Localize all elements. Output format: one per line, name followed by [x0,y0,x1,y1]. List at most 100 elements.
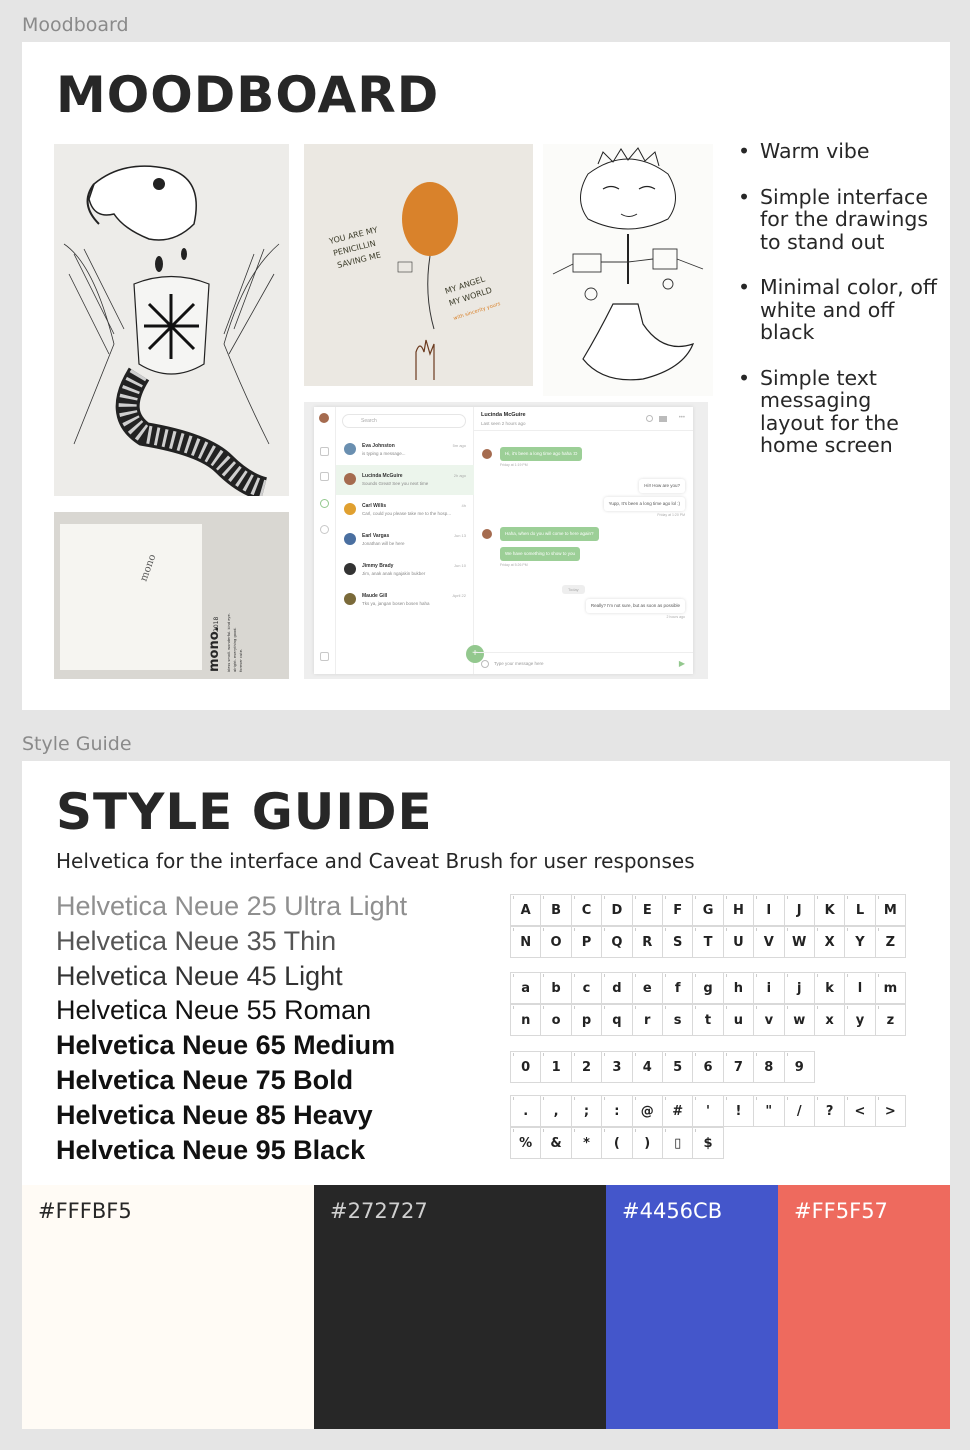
font-weight-sample: Helvetica Neue 25 Ultra Light [56,891,408,921]
glyph-row: abcdefghijklm [510,972,907,1004]
style-guide-title: STYLE GUIDE [56,783,433,841]
glyph-cell: O [540,926,572,958]
contact-name: Lucinda McGuire [362,473,403,479]
glyph-cell: N [510,926,542,958]
glyph-cell: i [753,972,785,1004]
moodboard-note: Simple interface for the drawings to sta… [738,185,938,254]
message-timestamp: Friday at 1:20 PM [657,513,685,517]
contact-avatar [344,473,356,485]
glyph-cell: R [631,926,663,958]
contact-last-message: Jim, anak anak ngajakin bukber [362,571,426,576]
glyph-cell: % [510,1127,542,1159]
contact-avatar [344,443,356,455]
font-weight-sample: Helvetica Neue 65 Medium [56,1030,396,1061]
contact-name: Earl Vargas [362,533,390,539]
contact-last-message: Jonathan will be here [362,541,405,546]
glyph-cell: D [601,894,633,926]
chat-contact-item: Lucinda McGuire Sounds Great! See you nex… [336,465,474,495]
glyph-cell: @ [631,1095,663,1127]
glyph-cell: U [722,926,755,958]
swatch-off-white: #FFFBF5 [22,1185,314,1429]
balloon-illustration-image: YOU ARE MY PENICILLIN SAVING ME MY ANGEL… [304,144,533,386]
glyph-cell: s [661,1004,694,1036]
chat-conversation: Lucinda McGuire Last seen 2 hours ago ••… [474,407,693,674]
glyph-cell: y [844,1004,876,1036]
glyph-cell: e [631,972,663,1004]
glyph-cell: L [844,894,876,926]
chat-app-screenshot: Search Eva Johnston is typing a message..… [304,402,708,679]
send-icon: ▶ [678,659,685,668]
glyph-cell: 2 [570,1051,603,1083]
font-weight-sample: Helvetica Neue 75 Bold [56,1064,354,1095]
chat-message-bubble: Really? I'm not sure, but as soon as pos… [585,599,685,613]
glyph-cell: 9 [783,1051,815,1083]
svg-text:forever cute.: forever cute. [239,649,243,672]
logout-icon [320,652,329,661]
glyph-row: 0123456789 [510,1051,815,1083]
home-icon [320,447,329,456]
more-icon: ••• [678,415,685,421]
contact-time: 2h ago [453,473,466,478]
glyph-cell: z [874,1004,907,1036]
moodboard-frame[interactable]: MOODBOARD YOU ARE MY PENICILLIN SAVING M… [22,42,950,710]
settings-icon [320,525,329,534]
glyph-cell: d [601,972,633,1004]
glyph-cell: H [722,894,755,926]
font-weight-sample: Helvetica Neue 55 Roman [56,995,372,1026]
glyph-cell: ▯ [661,1127,694,1159]
glyph-cell: C [570,894,603,926]
font-weight-sample: Helvetica Neue 45 Light [56,960,343,991]
face-machine-drawing-image [543,144,713,396]
contact-avatar [344,563,356,575]
style-guide-frame[interactable]: STYLE GUIDE Helvetica for the interface … [22,761,950,1429]
chat-user-avatar [319,413,329,423]
attach-icon [481,660,489,668]
moodboard-note: Warm vibe [738,140,938,163]
bird-eel-drawing-image [54,144,289,496]
message-timestamp: Friday at 5:26 PM [500,563,528,567]
contact-time: 4h [461,503,466,508]
glyph-cell: S [661,926,694,958]
glyph-cell: B [540,894,572,926]
glyph-row: % & *() ▯ $ [510,1127,724,1159]
font-weight-sample: Helvetica Neue 85 Heavy [56,1099,373,1130]
swatch-off-black: #272727 [314,1185,606,1429]
glyph-cell: > [874,1095,907,1127]
moodboard-title: MOODBOARD [56,66,440,124]
font-weight-sample: Helvetica Neue 95 Black [56,1134,366,1165]
conversation-header: Lucinda McGuire Last seen 2 hours ago ••… [474,407,693,431]
glyph-cell: Z [874,926,907,958]
glyph-cell: E [631,894,663,926]
glyph-cell: P [570,926,603,958]
contact-name: Maude Gill [362,593,388,599]
glyph-cell: $ [692,1127,724,1159]
glyph-cell: 6 [692,1051,724,1083]
glyph-row: ABCDEFGHIJKLM [510,894,907,926]
glyph-cell: V [753,926,785,958]
chat-panel: Search Eva Johnston is typing a message..… [314,407,693,674]
glyph-cell: T [692,926,724,958]
glyph-cell: W [783,926,815,958]
glyph-cell: m [874,972,907,1004]
glyph-cell: o [540,1004,572,1036]
chat-contact-item: Eva Johnston is typing a message... 5m ago [336,435,474,465]
glyph-cell: J [783,894,815,926]
glyph-cell: Q [601,926,633,958]
glyph-cell: * [570,1127,603,1159]
compose-input: Type your message here [474,652,693,674]
glyph-cell: . [510,1095,542,1127]
glyph-cell: " [753,1095,785,1127]
glyph-cell: ? [813,1095,846,1127]
style-guide-frame-label[interactable]: Style Guide [22,733,132,755]
contact-time: 5m ago [452,443,466,448]
font-weight-list: Helvetica Neue 25 Ultra Light Helvetica … [56,889,407,1167]
moodboard-frame-label[interactable]: Moodboard [22,14,129,36]
chat-contact-list: Search Eva Johnston is typing a message..… [336,407,484,674]
moodboard-note: Simple text messaging layout for the hom… [738,366,938,457]
contact-time: Jun 13 [453,533,466,538]
glyph-row: NOPQRSTUVWXYZ [510,926,907,958]
glyph-cell: f [661,972,694,1004]
chat-contact-item: Maude Gill Tks ya, jangan bosen bosen hah… [336,585,474,615]
svg-text:2018: 2018 [213,617,220,632]
glyph-cell: c [570,972,603,1004]
